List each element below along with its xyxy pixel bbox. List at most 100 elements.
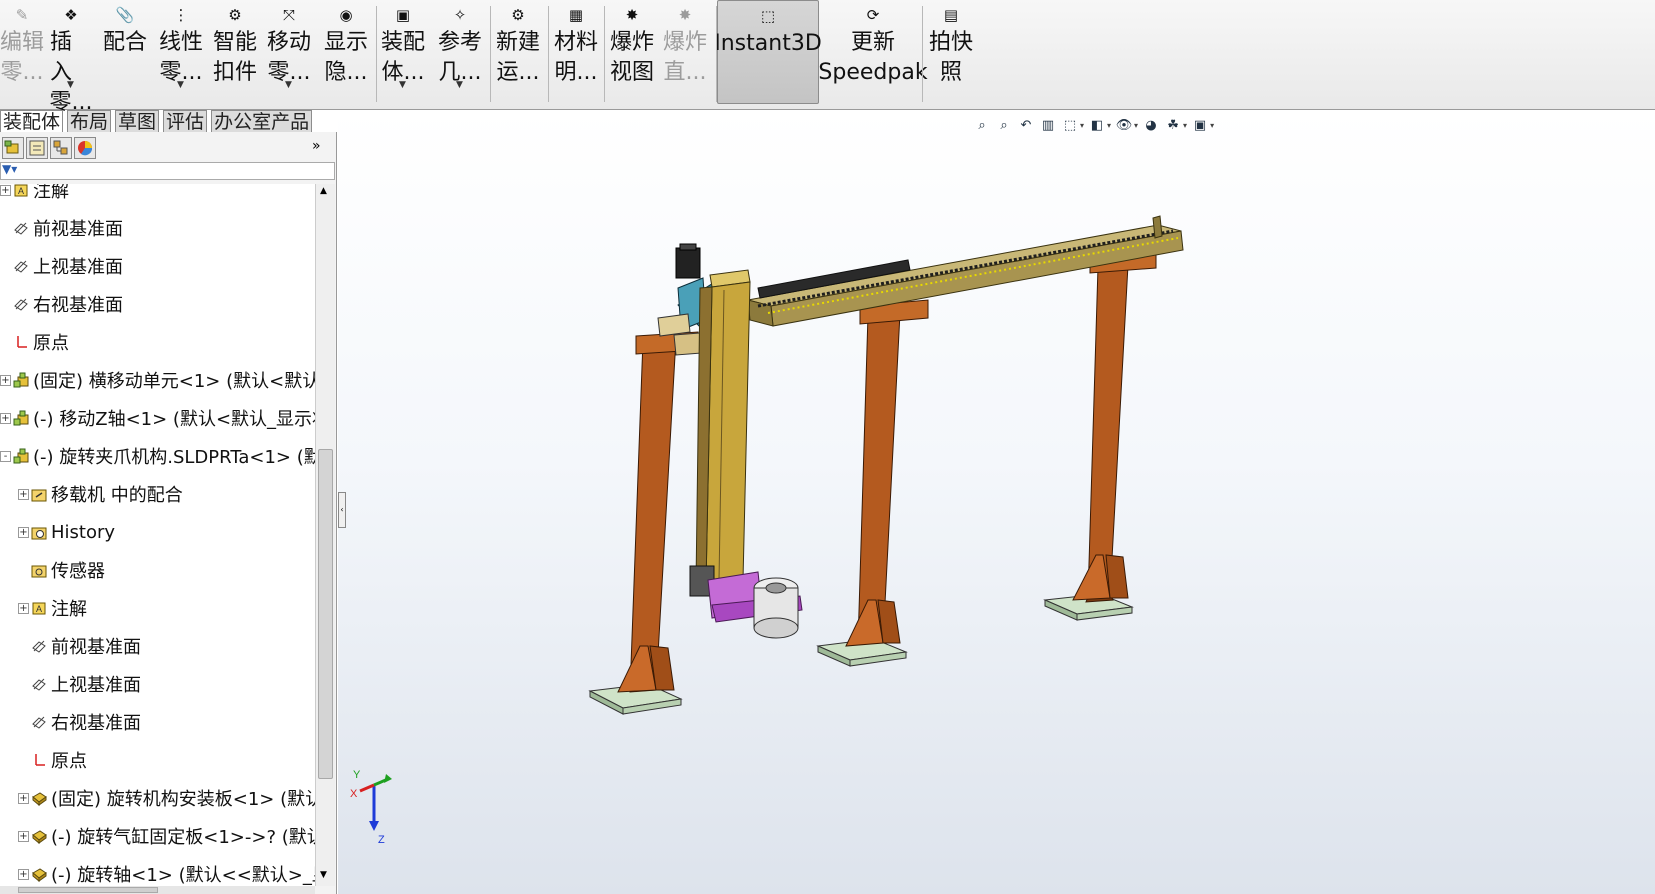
smart-fasteners-button[interactable]: ⚙ 智能 扣件: [210, 0, 260, 104]
tree-item[interactable]: 原点: [18, 744, 87, 776]
assembly-features-label-line1: 装配: [380, 30, 425, 55]
sensor-icon: [30, 561, 48, 579]
dropdown-arrow-icon[interactable]: ▼: [285, 70, 292, 100]
update-speedpak-label-line1: 更新: [850, 30, 895, 55]
tree-item[interactable]: + (-) 移动Z轴<1> (默认<默认_显示状: [0, 402, 315, 434]
tree-item-label: (-) 旋转夹爪机构.SLDPRTa<1> (默: [33, 447, 315, 468]
dropdown-arrow-icon[interactable]: ▼: [67, 70, 74, 100]
scroll-down-arrow-icon[interactable]: ▼: [320, 870, 327, 880]
tree-item[interactable]: + 移载机 中的配合: [18, 478, 183, 510]
h-scroll-thumb[interactable]: [18, 887, 158, 893]
move-component-button[interactable]: ⤧ 移动 零... ▼: [263, 0, 315, 104]
bill-of-materials-button[interactable]: ▦ 材料 明...: [550, 0, 602, 104]
tree-item[interactable]: + (固定) 横移动单元<1> (默认<默认_: [0, 364, 315, 396]
tree-item-label: (固定) 旋转机构安装板<1> (默认: [51, 789, 315, 810]
tree-item[interactable]: - (-) 旋转夹爪机构.SLDPRTa<1> (默: [0, 440, 315, 472]
new-motion-study-button[interactable]: ⚙ 新建 运...: [492, 0, 544, 104]
tree-item[interactable]: + History: [18, 516, 115, 548]
linear-pattern-button[interactable]: ⋮ 线性 零... ▼: [155, 0, 207, 104]
tree-item-label: (-) 旋转轴<1> (默认<<默认>_显: [51, 865, 315, 886]
tree-item[interactable]: 上视基准面: [18, 668, 141, 700]
take-snapshot-button[interactable]: ▤ 拍快照: [928, 0, 974, 104]
dropdown-arrow-icon[interactable]: ▼: [399, 70, 406, 100]
tree-item[interactable]: + (-) 旋转轴<1> (默认<<默认>_显: [18, 858, 315, 886]
explode-line-sketch-icon: ✸: [678, 6, 692, 24]
tree-item[interactable]: 右视基准面: [18, 706, 141, 738]
expand-icon[interactable]: +: [18, 792, 29, 804]
mate-button[interactable]: 📎 配合: [100, 0, 150, 104]
part-icon: [30, 789, 48, 807]
tree-item[interactable]: + (固定) 旋转机构安装板<1> (默认: [18, 782, 315, 814]
collapse-icon[interactable]: -: [0, 450, 11, 462]
tab-assembly[interactable]: 装配体: [0, 110, 64, 133]
bill-of-materials-label-line2: 明...: [554, 60, 598, 85]
expand-panel-chevron-icon[interactable]: »: [312, 138, 321, 154]
tree-item[interactable]: 上视基准面: [0, 250, 123, 282]
scroll-up-arrow-icon[interactable]: ▲: [320, 186, 327, 196]
tree-item[interactable]: + A 注解: [18, 592, 87, 624]
instant3d-button[interactable]: ⬚ Instant3D: [714, 0, 822, 104]
assembly-features-button[interactable]: ▣ 装配 体... ▼: [378, 0, 428, 104]
move-component-icon: ⤧: [282, 6, 295, 24]
tab-layout[interactable]: 布局: [67, 110, 112, 133]
tree-item[interactable]: 右视基准面: [0, 288, 123, 320]
insert-component-button[interactable]: ❖ 插入 零... ▼: [50, 0, 93, 115]
configuration-icon: [53, 140, 68, 155]
edit-part-button[interactable]: ✎ 编辑 零...: [0, 0, 44, 104]
tree-vertical-scrollbar[interactable]: ▲ ▼: [315, 184, 335, 886]
tree-horizontal-scrollbar[interactable]: [0, 886, 315, 894]
tree-item[interactable]: 原点: [0, 326, 69, 358]
plane-icon: [12, 219, 30, 237]
tree-item[interactable]: + A 注解: [0, 184, 69, 206]
expand-icon[interactable]: +: [18, 868, 29, 880]
triad-x-label: X: [350, 788, 358, 800]
gantry-assembly-model[interactable]: [338, 110, 1655, 894]
manager-tabs: »: [0, 136, 337, 160]
graphics-area[interactable]: ⌕ ⌕ ↶ ▥ ⬚ ▾ ◧ ▾ 👁 ▾ ◕ ☘ ▾ ▣ ▾ ‹ X Y Z: [338, 110, 1655, 894]
ribbon-separator: [490, 6, 491, 102]
feature-manager-tab[interactable]: [2, 137, 24, 159]
plane-icon: [30, 637, 48, 655]
tab-evaluate[interactable]: 评估: [163, 110, 208, 133]
configuration-manager-tab[interactable]: [50, 137, 72, 159]
mate-label-line1: 配合: [102, 30, 147, 55]
scroll-thumb[interactable]: [318, 449, 333, 779]
exploded-view-label-line1: 爆炸: [609, 30, 654, 55]
reference-geometry-icon: ✧: [453, 6, 467, 24]
command-manager-ribbon: ✎ 编辑 零... ❖ 插入 零... ▼ 📎 配合 ⋮ 线性 零... ▼ ⚙ 智能 扣件 ⤧ 移动 零... ▼ ◉…: [0, 0, 1655, 115]
property-manager-tab[interactable]: [26, 137, 48, 159]
tree-item[interactable]: 前视基准面: [0, 212, 123, 244]
tab-sketch[interactable]: 草图: [115, 110, 160, 133]
dropdown-arrow-icon[interactable]: ▼: [177, 70, 184, 100]
expand-icon[interactable]: +: [0, 374, 11, 386]
display-manager-tab[interactable]: [74, 137, 96, 159]
update-speedpak-button[interactable]: ⟳ 更新 Speedpak: [818, 0, 927, 104]
tree-item[interactable]: 传感器: [18, 554, 105, 586]
smart-fasteners-icon: ⚙: [228, 6, 242, 24]
expand-icon[interactable]: +: [18, 488, 29, 500]
feature-tree-icon: [4, 140, 19, 154]
explode-line-sketch-label-line2: 直...: [663, 60, 707, 85]
tree-item-label: 注解: [51, 599, 87, 620]
new-motion-study-label-line2: 运...: [496, 60, 540, 85]
mate-icon: 📎: [115, 6, 135, 24]
explode-line-sketch-button[interactable]: ✸ 爆炸 直...: [662, 0, 708, 104]
reference-geometry-button[interactable]: ✧ 参考 几... ▼: [432, 0, 488, 104]
tree-filter-bar[interactable]: ▼▾: [0, 162, 335, 180]
tree-item[interactable]: 前视基准面: [18, 630, 141, 662]
expand-icon[interactable]: +: [18, 602, 29, 614]
tree-item[interactable]: + (-) 旋转气缸固定板<1>->? (默认: [18, 820, 315, 852]
take-snapshot-icon: ▤: [943, 6, 959, 24]
expand-icon[interactable]: +: [18, 830, 29, 842]
annotation-icon: A: [30, 599, 48, 617]
expand-icon[interactable]: +: [0, 184, 11, 196]
leg-middle: [845, 299, 929, 647]
tab-office-products[interactable]: 办公室产品: [211, 110, 313, 133]
dropdown-arrow-icon[interactable]: ▼: [456, 70, 463, 100]
subassembly-icon: [12, 409, 30, 427]
show-hidden-button[interactable]: ◉ 显示 隐...: [322, 0, 370, 104]
exploded-view-button[interactable]: ✸ 爆炸 视图: [606, 0, 658, 104]
filter-icon[interactable]: ▼▾: [2, 162, 17, 176]
expand-icon[interactable]: +: [0, 412, 11, 424]
expand-icon[interactable]: +: [18, 526, 29, 538]
